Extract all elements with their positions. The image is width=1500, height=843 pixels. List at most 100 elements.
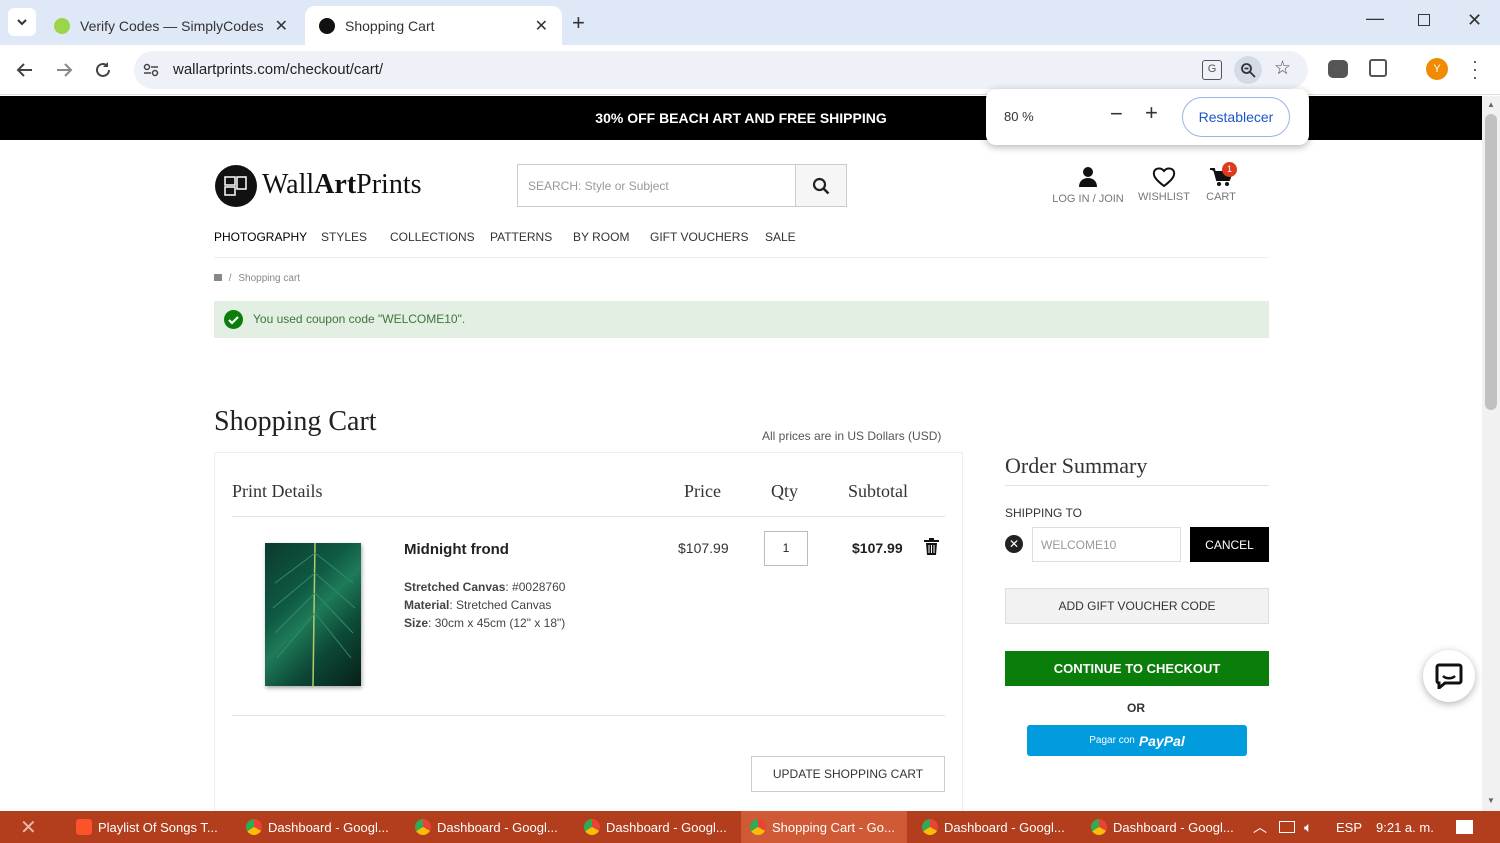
taskbar-item[interactable]: Playlist Of Songs T...	[70, 811, 230, 843]
cart-count-badge: 1	[1222, 162, 1237, 177]
language-indicator[interactable]: ESP	[1336, 811, 1362, 843]
product-attributes: Stretched Canvas: #0028760 Material: Str…	[404, 578, 565, 632]
tab-verify-codes[interactable]: Verify Codes — SimplyCodes ✕	[40, 6, 302, 45]
start-button[interactable]: ✕	[20, 811, 37, 843]
close-tab-icon[interactable]: ✕	[535, 16, 548, 36]
taskbar-item[interactable]: Dashboard - Googl...	[916, 811, 1076, 843]
chrome-icon	[922, 819, 938, 835]
zoom-in-button[interactable]: +	[1145, 100, 1158, 126]
clock[interactable]: 9:21 a. m.	[1376, 811, 1434, 843]
page-content: 30% OFF BEACH ART AND FREE SHIPPING Wall…	[0, 96, 1482, 811]
logo-wordmark[interactable]: WallArtPrints	[262, 169, 422, 201]
taskbar-label: Playlist Of Songs T...	[98, 819, 218, 835]
taskbar-label: Dashboard - Googl...	[437, 819, 558, 835]
nav-patterns[interactable]: PATTERNS	[490, 230, 552, 244]
nav-by-room[interactable]: BY ROOM	[573, 230, 629, 244]
coupon-message-text: You used coupon code "WELCOME10".	[253, 312, 466, 326]
page-scrollbar[interactable]: ▲ ▼	[1482, 96, 1500, 811]
simplycodes-icon	[54, 17, 70, 34]
product-name[interactable]: Midnight frond	[404, 541, 509, 558]
nav-divider	[214, 257, 1269, 258]
paypal-logo: PayPal	[1138, 732, 1185, 749]
coupon-success-message: You used coupon code "WELCOME10".	[214, 301, 1269, 338]
menu-kebab-icon[interactable]: · · ·	[1472, 52, 1478, 86]
qty-input[interactable]: 1	[764, 531, 808, 566]
reload-icon	[96, 62, 110, 77]
attr-row: Stretched Canvas: #0028760	[404, 580, 566, 594]
coupon-code-input[interactable]: WELCOME10	[1032, 527, 1181, 562]
scroll-up-arrow-icon[interactable]: ▲	[1487, 100, 1495, 109]
tab-search-button[interactable]	[8, 8, 36, 36]
chat-bubble-icon	[1435, 663, 1463, 689]
translate-icon[interactable]: G	[1202, 60, 1222, 80]
item-price: $107.99	[678, 540, 729, 556]
remove-coupon-button[interactable]: ✕	[1005, 535, 1023, 553]
volume-icon[interactable]: 🔈︎	[1304, 811, 1312, 843]
extensions-puzzle-icon[interactable]	[1369, 59, 1387, 77]
reload-button[interactable]	[90, 57, 116, 83]
taskbar-item[interactable]: Dashboard - Googl...	[578, 811, 738, 843]
back-button[interactable]	[12, 57, 38, 83]
site-settings-icon[interactable]	[143, 63, 159, 77]
continue-to-checkout-button[interactable]: CONTINUE TO CHECKOUT	[1005, 651, 1269, 686]
bookmark-star-icon[interactable]: ☆	[1274, 57, 1291, 80]
attr-row: Size: 30cm x 45cm (12" x 18")	[404, 616, 566, 630]
notifications-icon[interactable]	[1456, 811, 1473, 843]
cart-link[interactable]: CART 1	[1204, 162, 1238, 203]
chevron-down-icon	[17, 19, 27, 26]
taskbar-item[interactable]: Dashboard - Googl...	[240, 811, 400, 843]
nav-sale[interactable]: SALE	[765, 230, 796, 244]
tray-chevron-up-icon[interactable]: ︿	[1253, 811, 1267, 843]
chrome-icon	[1091, 819, 1107, 835]
network-icon[interactable]	[1279, 811, 1295, 843]
remove-item-button[interactable]	[924, 538, 939, 560]
minimize-button[interactable]: —	[1366, 8, 1384, 29]
arrow-left-icon	[16, 63, 32, 77]
logo-icon[interactable]	[215, 165, 257, 207]
tab-shopping-cart[interactable]: Shopping Cart ✕	[305, 6, 562, 45]
leaf-image	[272, 543, 356, 686]
close-window-button[interactable]: ✕	[1467, 10, 1482, 31]
windows-taskbar: ✕ Playlist Of Songs T... Dashboard - Goo…	[0, 811, 1500, 843]
chat-widget-button[interactable]	[1423, 650, 1475, 702]
close-tab-icon[interactable]: ✕	[275, 16, 288, 36]
zoom-popup: 80 % − + Restablecer	[986, 89, 1309, 145]
taskbar-item-active[interactable]: Shopping Cart - Go...	[741, 811, 907, 843]
taskbar-item[interactable]: Dashboard - Googl...	[409, 811, 569, 843]
chrome-icon	[750, 819, 766, 835]
paypal-prefix: Pagar con	[1089, 735, 1135, 746]
search-input[interactable]: SEARCH: Style or Subject	[517, 164, 796, 207]
nav-gift-vouchers[interactable]: GIFT VOUCHERS	[650, 230, 748, 244]
nav-styles[interactable]: STYLES	[321, 230, 367, 244]
wishlist-link[interactable]: WISHLIST	[1138, 166, 1190, 203]
profile-avatar[interactable]: Y	[1426, 58, 1448, 80]
scrollbar-thumb[interactable]	[1485, 114, 1497, 410]
nav-photography[interactable]: PHOTOGRAPHY	[214, 230, 307, 244]
product-thumbnail[interactable]	[265, 543, 361, 686]
extension-robot-icon[interactable]	[1328, 60, 1348, 78]
new-tab-button[interactable]: +	[572, 10, 585, 36]
wishlist-label: WISHLIST	[1138, 191, 1190, 203]
paypal-button[interactable]: Pagar con PayPal	[1027, 725, 1247, 756]
chrome-icon	[415, 819, 431, 835]
update-cart-button[interactable]: UPDATE SHOPPING CART	[751, 756, 945, 792]
zoom-reset-button[interactable]: Restablecer	[1182, 97, 1290, 137]
forward-button[interactable]	[51, 57, 77, 83]
restore-button[interactable]	[1418, 14, 1430, 26]
zoom-out-button[interactable]: −	[1110, 101, 1123, 127]
breadcrumb: / Shopping cart	[214, 273, 300, 284]
currency-note: All prices are in US Dollars (USD)	[762, 429, 942, 443]
add-gift-voucher-button[interactable]: ADD GIFT VOUCHER CODE	[1005, 588, 1269, 624]
zoom-icon[interactable]	[1234, 56, 1262, 84]
taskbar-item[interactable]: Dashboard - Googl...	[1085, 811, 1245, 843]
login-link[interactable]: LOG IN / JOIN	[1052, 166, 1124, 205]
scroll-down-arrow-icon[interactable]: ▼	[1487, 796, 1495, 805]
logo-part: Prints	[356, 169, 422, 200]
check-circle-icon	[224, 310, 243, 329]
home-icon[interactable]	[214, 274, 222, 281]
logo-part: Art	[314, 169, 357, 200]
address-bar[interactable]: wallartprints.com/checkout/cart/ G ☆	[134, 51, 1308, 89]
nav-collections[interactable]: COLLECTIONS	[390, 230, 475, 244]
search-button[interactable]	[795, 164, 847, 207]
cancel-coupon-button[interactable]: CANCEL	[1190, 527, 1269, 562]
